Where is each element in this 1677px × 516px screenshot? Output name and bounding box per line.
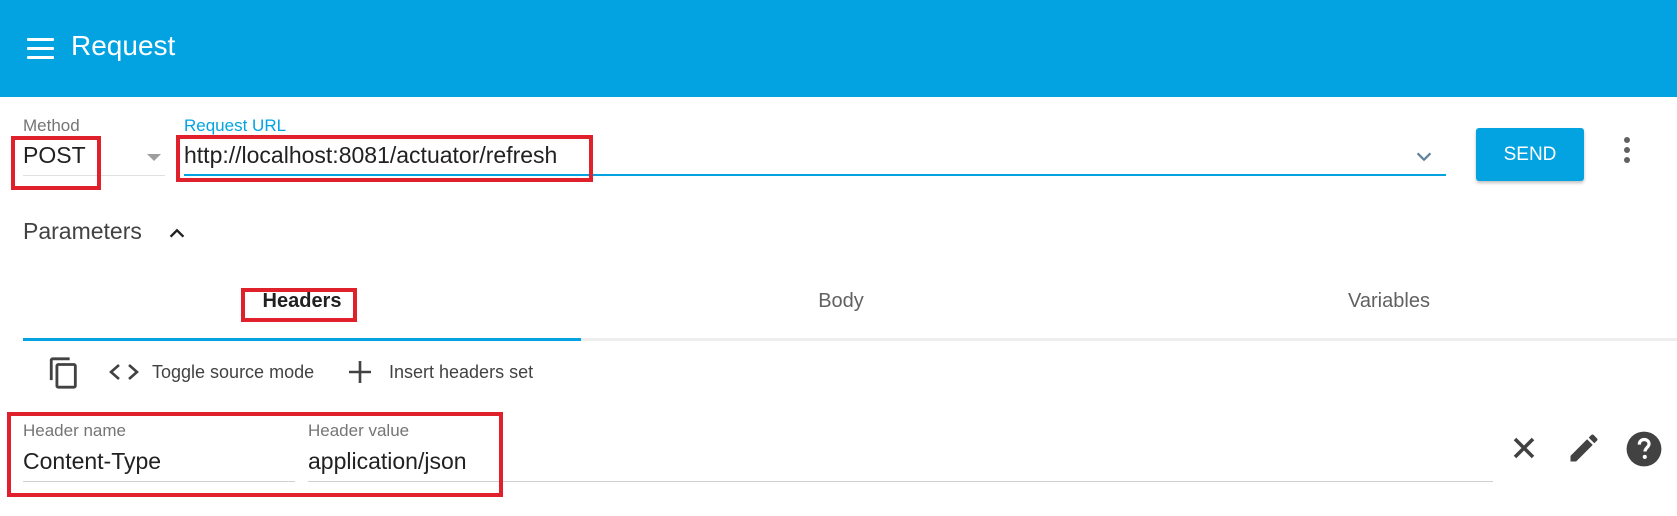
help-icon[interactable]: [1625, 430, 1663, 468]
method-label: Method: [23, 116, 80, 135]
more-vert-icon[interactable]: [1622, 137, 1632, 167]
edit-icon[interactable]: [1566, 430, 1602, 466]
parameters-label: Parameters: [23, 218, 142, 244]
headers-tab-highlight-box: [241, 288, 357, 322]
copy-icon[interactable]: [47, 355, 81, 391]
header-row-highlight-box: [7, 412, 503, 497]
send-button[interactable]: SEND: [1476, 128, 1584, 181]
method-dropdown-icon[interactable]: [147, 154, 161, 161]
toggle-source-button[interactable]: Toggle source mode: [108, 356, 314, 388]
url-highlight-box: [176, 135, 593, 182]
method-highlight-box: [11, 136, 101, 190]
tab-indicator: [23, 338, 581, 341]
chevron-up-icon[interactable]: [166, 222, 188, 244]
chevron-down-icon[interactable]: [1413, 146, 1435, 168]
tab-variables[interactable]: Variables: [1329, 290, 1449, 313]
close-icon[interactable]: [1506, 430, 1542, 466]
insert-headers-button[interactable]: Insert headers set: [347, 356, 533, 388]
app-bar: Request: [0, 0, 1677, 97]
menu-icon[interactable]: [27, 38, 54, 59]
tab-body[interactable]: Body: [781, 290, 901, 313]
toggle-source-label: Toggle source mode: [152, 361, 315, 382]
url-label: Request URL: [184, 116, 287, 135]
plus-icon: [349, 361, 371, 383]
code-icon: [109, 364, 139, 380]
page-title: Request: [71, 30, 176, 61]
insert-headers-label: Insert headers set: [389, 361, 534, 382]
